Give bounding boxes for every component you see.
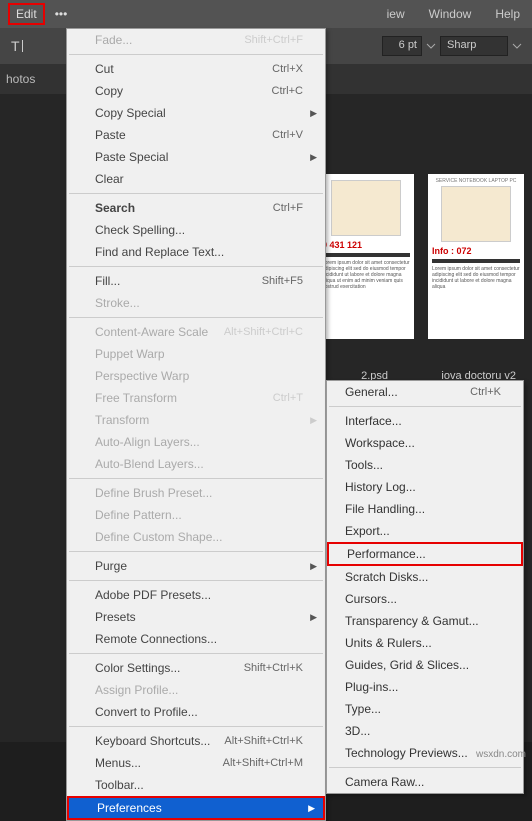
prefs-camera-raw[interactable]: Camera Raw... <box>327 771 523 793</box>
menu-purge[interactable]: Purge▶ <box>67 555 325 577</box>
edit-menu: Fade...Shift+Ctrl+F CutCtrl+X CopyCtrl+C… <box>66 28 326 821</box>
menubar: Edit ••• iew Window Help <box>0 0 532 28</box>
chevron-down-icon[interactable] <box>512 41 522 51</box>
menu-cut[interactable]: CutCtrl+X <box>67 58 325 80</box>
menu-fade: Fade...Shift+Ctrl+F <box>67 29 325 51</box>
menu-copy-special[interactable]: Copy Special▶ <box>67 102 325 124</box>
menu-define-pattern: Define Pattern... <box>67 504 325 526</box>
menubar-dots: ••• <box>55 7 68 21</box>
menu-check-spelling[interactable]: Check Spelling... <box>67 219 325 241</box>
menu-define-brush: Define Brush Preset... <box>67 482 325 504</box>
menu-search[interactable]: SearchCtrl+F <box>67 197 325 219</box>
antialias-dropdown[interactable]: Sharp <box>440 36 508 56</box>
menu-toolbar[interactable]: Toolbar... <box>67 774 325 796</box>
menu-help[interactable]: Help <box>483 1 532 27</box>
menu-auto-blend: Auto-Blend Layers... <box>67 453 325 475</box>
thumb-text: 9 431 121 <box>322 240 410 250</box>
menu-auto-align: Auto-Align Layers... <box>67 431 325 453</box>
prefs-plugins[interactable]: Plug-ins... <box>327 676 523 698</box>
menu-window[interactable]: Window <box>417 1 484 27</box>
preferences-submenu: General...Ctrl+K Interface... Workspace.… <box>326 380 524 794</box>
footer-credit: wsxdn.com <box>476 749 526 760</box>
menu-remote-connections[interactable]: Remote Connections... <box>67 628 325 650</box>
menu-view-partial[interactable]: iew <box>375 1 417 27</box>
svg-text:T: T <box>11 38 20 54</box>
menu-fill[interactable]: Fill...Shift+F5 <box>67 270 325 292</box>
prefs-export[interactable]: Export... <box>327 520 523 542</box>
menu-free-transform: Free TransformCtrl+T <box>67 387 325 409</box>
prefs-guides-grid[interactable]: Guides, Grid & Slices... <box>327 654 523 676</box>
menu-paste-special[interactable]: Paste Special▶ <box>67 146 325 168</box>
prefs-interface[interactable]: Interface... <box>327 410 523 432</box>
prefs-type[interactable]: Type... <box>327 698 523 720</box>
menu-edit[interactable]: Edit <box>8 3 45 25</box>
thumbnail-image <box>331 180 401 236</box>
type-tool-icon[interactable]: T <box>8 35 30 57</box>
thumbnail[interactable]: SERVICE NOTEBOOK LAPTOP PC Info : 072 Lo… <box>428 174 524 339</box>
menu-perspective-warp: Perspective Warp <box>67 365 325 387</box>
menu-stroke: Stroke... <box>67 292 325 314</box>
menu-copy[interactable]: CopyCtrl+C <box>67 80 325 102</box>
thumbnail[interactable]: 9 431 121 Lorem ipsum dolor sit amet con… <box>318 174 414 339</box>
menu-clear[interactable]: Clear <box>67 168 325 190</box>
prefs-file-handling[interactable]: File Handling... <box>327 498 523 520</box>
prefs-3d[interactable]: 3D... <box>327 720 523 742</box>
tab[interactable]: hotos <box>0 72 35 86</box>
prefs-tools[interactable]: Tools... <box>327 454 523 476</box>
prefs-general[interactable]: General...Ctrl+K <box>327 381 523 403</box>
prefs-units-rulers[interactable]: Units & Rulers... <box>327 632 523 654</box>
menu-puppet-warp: Puppet Warp <box>67 343 325 365</box>
menu-content-aware-scale: Content-Aware ScaleAlt+Shift+Ctrl+C <box>67 321 325 343</box>
menu-menus[interactable]: Menus...Alt+Shift+Ctrl+M <box>67 752 325 774</box>
menu-color-settings[interactable]: Color Settings...Shift+Ctrl+K <box>67 657 325 679</box>
prefs-history-log[interactable]: History Log... <box>327 476 523 498</box>
menu-presets[interactable]: Presets▶ <box>67 606 325 628</box>
menu-convert-profile[interactable]: Convert to Profile... <box>67 701 325 723</box>
font-size-field[interactable]: 6 pt <box>382 36 422 56</box>
menu-transform: Transform▶ <box>67 409 325 431</box>
menu-define-shape: Define Custom Shape... <box>67 526 325 548</box>
thumbnail-image <box>441 186 511 242</box>
menu-paste[interactable]: PasteCtrl+V <box>67 124 325 146</box>
prefs-performance[interactable]: Performance... <box>327 542 523 566</box>
prefs-transparency[interactable]: Transparency & Gamut... <box>327 610 523 632</box>
thumb-text: Info : 072 <box>432 246 520 256</box>
prefs-scratch-disks[interactable]: Scratch Disks... <box>327 566 523 588</box>
prefs-workspace[interactable]: Workspace... <box>327 432 523 454</box>
prefs-cursors[interactable]: Cursors... <box>327 588 523 610</box>
menu-pdf-presets[interactable]: Adobe PDF Presets... <box>67 584 325 606</box>
menu-assign-profile: Assign Profile... <box>67 679 325 701</box>
menu-find-replace[interactable]: Find and Replace Text... <box>67 241 325 263</box>
menu-preferences[interactable]: Preferences▶ <box>67 796 325 820</box>
menu-keyboard-shortcuts[interactable]: Keyboard Shortcuts...Alt+Shift+Ctrl+K <box>67 730 325 752</box>
chevron-down-icon[interactable] <box>426 41 436 51</box>
